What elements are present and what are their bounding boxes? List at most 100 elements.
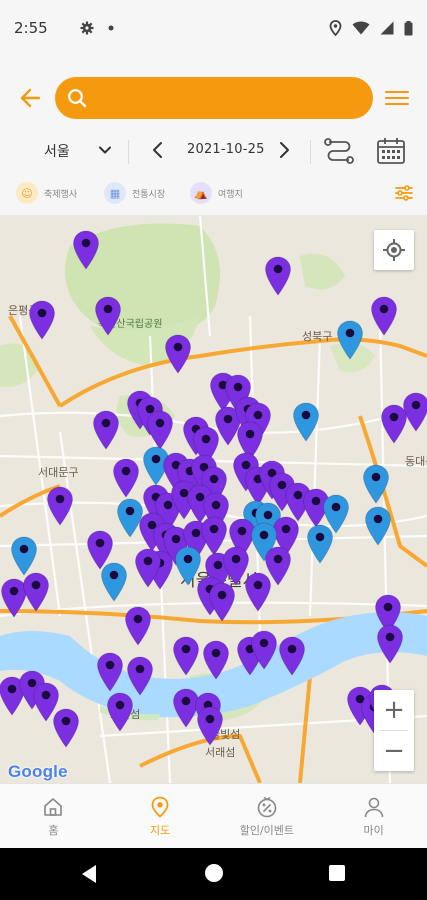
map-marker[interactable] — [264, 256, 292, 296]
map-pin-icon — [380, 404, 408, 444]
map-pin-icon — [10, 536, 38, 576]
map-marker[interactable] — [202, 640, 230, 680]
search-bar[interactable] — [55, 77, 373, 119]
menu-button[interactable] — [384, 86, 410, 110]
filter-label: 전통시장 — [132, 189, 166, 200]
search-row — [0, 56, 427, 140]
search-input[interactable] — [95, 90, 355, 106]
status-left: 2:55 — [14, 19, 114, 37]
map-marker[interactable] — [380, 404, 408, 444]
back-button[interactable] — [18, 85, 44, 111]
nav-discount[interactable]: 할인/이벤트 — [214, 784, 321, 848]
map-marker[interactable] — [172, 636, 200, 676]
nav-my[interactable]: 마이 — [320, 784, 427, 848]
map-pin-icon — [264, 256, 292, 296]
map-marker[interactable] — [306, 524, 334, 564]
map-view[interactable]: 은평구 북한산국립공원 성북구 서대문구 동대문구 서울특별시 노들섬 솔빛섬 … — [0, 216, 427, 783]
map-marker[interactable] — [370, 296, 398, 336]
map-marker[interactable] — [208, 582, 236, 622]
map-marker[interactable] — [94, 296, 122, 336]
map-marker[interactable] — [164, 334, 192, 374]
map-marker[interactable] — [278, 636, 306, 676]
map-pin-icon — [306, 524, 334, 564]
map-marker[interactable] — [10, 536, 38, 576]
map-pin-icon — [72, 230, 100, 270]
map-label: 서대문구 — [38, 466, 79, 479]
map-marker[interactable] — [124, 606, 152, 646]
map-pin-icon — [124, 606, 152, 646]
map-pin-icon — [146, 410, 174, 450]
map-marker[interactable] — [362, 464, 390, 504]
map-pin-icon — [52, 708, 80, 748]
map-marker[interactable] — [106, 692, 134, 732]
system-back-icon[interactable] — [80, 864, 98, 884]
filter-row: ☺ 축제행사 ▦ 전통시장 ⛺ 여행지 — [0, 170, 427, 216]
filter-chip-festival[interactable]: ☺ 축제행사 — [16, 181, 77, 205]
chevron-down-icon[interactable] — [98, 143, 112, 157]
zoom-out-button[interactable]: − — [374, 731, 414, 771]
map-label: 동대문구 — [405, 455, 427, 468]
map-marker[interactable] — [92, 410, 120, 450]
map-marker[interactable] — [244, 572, 272, 612]
system-recents-button[interactable] — [329, 865, 345, 881]
filter-chip-market[interactable]: ▦ 전통시장 — [104, 181, 165, 205]
nav-label: 지도 — [150, 824, 171, 837]
map-pin-icon — [196, 706, 224, 746]
map-marker[interactable] — [250, 630, 278, 670]
home-icon — [44, 798, 63, 816]
map-pin-icon — [112, 458, 140, 498]
map-pin-icon — [376, 624, 404, 664]
chevron-left-icon[interactable] — [150, 141, 166, 159]
signal-icon — [380, 21, 394, 35]
map-pin-icon — [208, 582, 236, 622]
map-marker[interactable] — [112, 458, 140, 498]
zoom-in-button[interactable]: + — [374, 690, 414, 730]
map-pin-icon — [362, 464, 390, 504]
route-icon[interactable] — [323, 136, 355, 166]
map-marker[interactable] — [364, 506, 392, 546]
sliders-icon[interactable] — [394, 183, 414, 203]
map-marker[interactable] — [336, 320, 364, 360]
map-pin-icon — [164, 334, 192, 374]
region-select[interactable]: 서울 — [44, 141, 70, 161]
map-pin-icon — [202, 640, 230, 680]
map-marker[interactable] — [196, 706, 224, 746]
map-marker[interactable] — [52, 708, 80, 748]
map-pin-icon — [126, 656, 154, 696]
nav-map[interactable]: 지도 — [107, 784, 214, 848]
map-marker[interactable] — [22, 572, 50, 612]
map-marker[interactable] — [126, 656, 154, 696]
map-pin-icon — [151, 796, 169, 818]
map-pin-icon — [28, 300, 56, 340]
nav-home[interactable]: 홈 — [0, 784, 107, 848]
map-pin-icon — [92, 410, 120, 450]
map-pin-icon — [292, 402, 320, 442]
bottom-nav: 홈 지도 할인/이벤트 마이 — [0, 783, 427, 848]
nav-label: 마이 — [363, 824, 384, 837]
map-pin-icon — [172, 636, 200, 676]
map-marker[interactable] — [376, 624, 404, 664]
map-marker[interactable] — [134, 548, 162, 588]
status-right — [329, 20, 413, 36]
system-home-button[interactable] — [205, 864, 223, 882]
chevron-right-icon[interactable] — [276, 141, 292, 159]
map-marker[interactable] — [100, 562, 128, 602]
map-marker[interactable] — [96, 652, 124, 692]
map-marker[interactable] — [72, 230, 100, 270]
date-row: 서울 2021-10-25 — [0, 132, 427, 170]
filter-label: 여행지 — [218, 189, 243, 200]
map-pin-icon — [134, 548, 162, 588]
map-marker[interactable] — [146, 410, 174, 450]
divider — [310, 140, 311, 164]
my-location-button[interactable] — [374, 230, 414, 270]
calendar-icon[interactable] — [376, 137, 406, 165]
map-marker[interactable] — [46, 486, 74, 526]
crosshair-icon — [383, 239, 405, 261]
filter-chip-travel[interactable]: ⛺ 여행지 — [190, 181, 243, 205]
map-pin-icon — [96, 652, 124, 692]
nav-label: 홈 — [48, 824, 59, 837]
map-marker[interactable] — [28, 300, 56, 340]
date-label[interactable]: 2021-10-25 — [187, 142, 265, 157]
map-pin-icon — [278, 636, 306, 676]
map-marker[interactable] — [292, 402, 320, 442]
